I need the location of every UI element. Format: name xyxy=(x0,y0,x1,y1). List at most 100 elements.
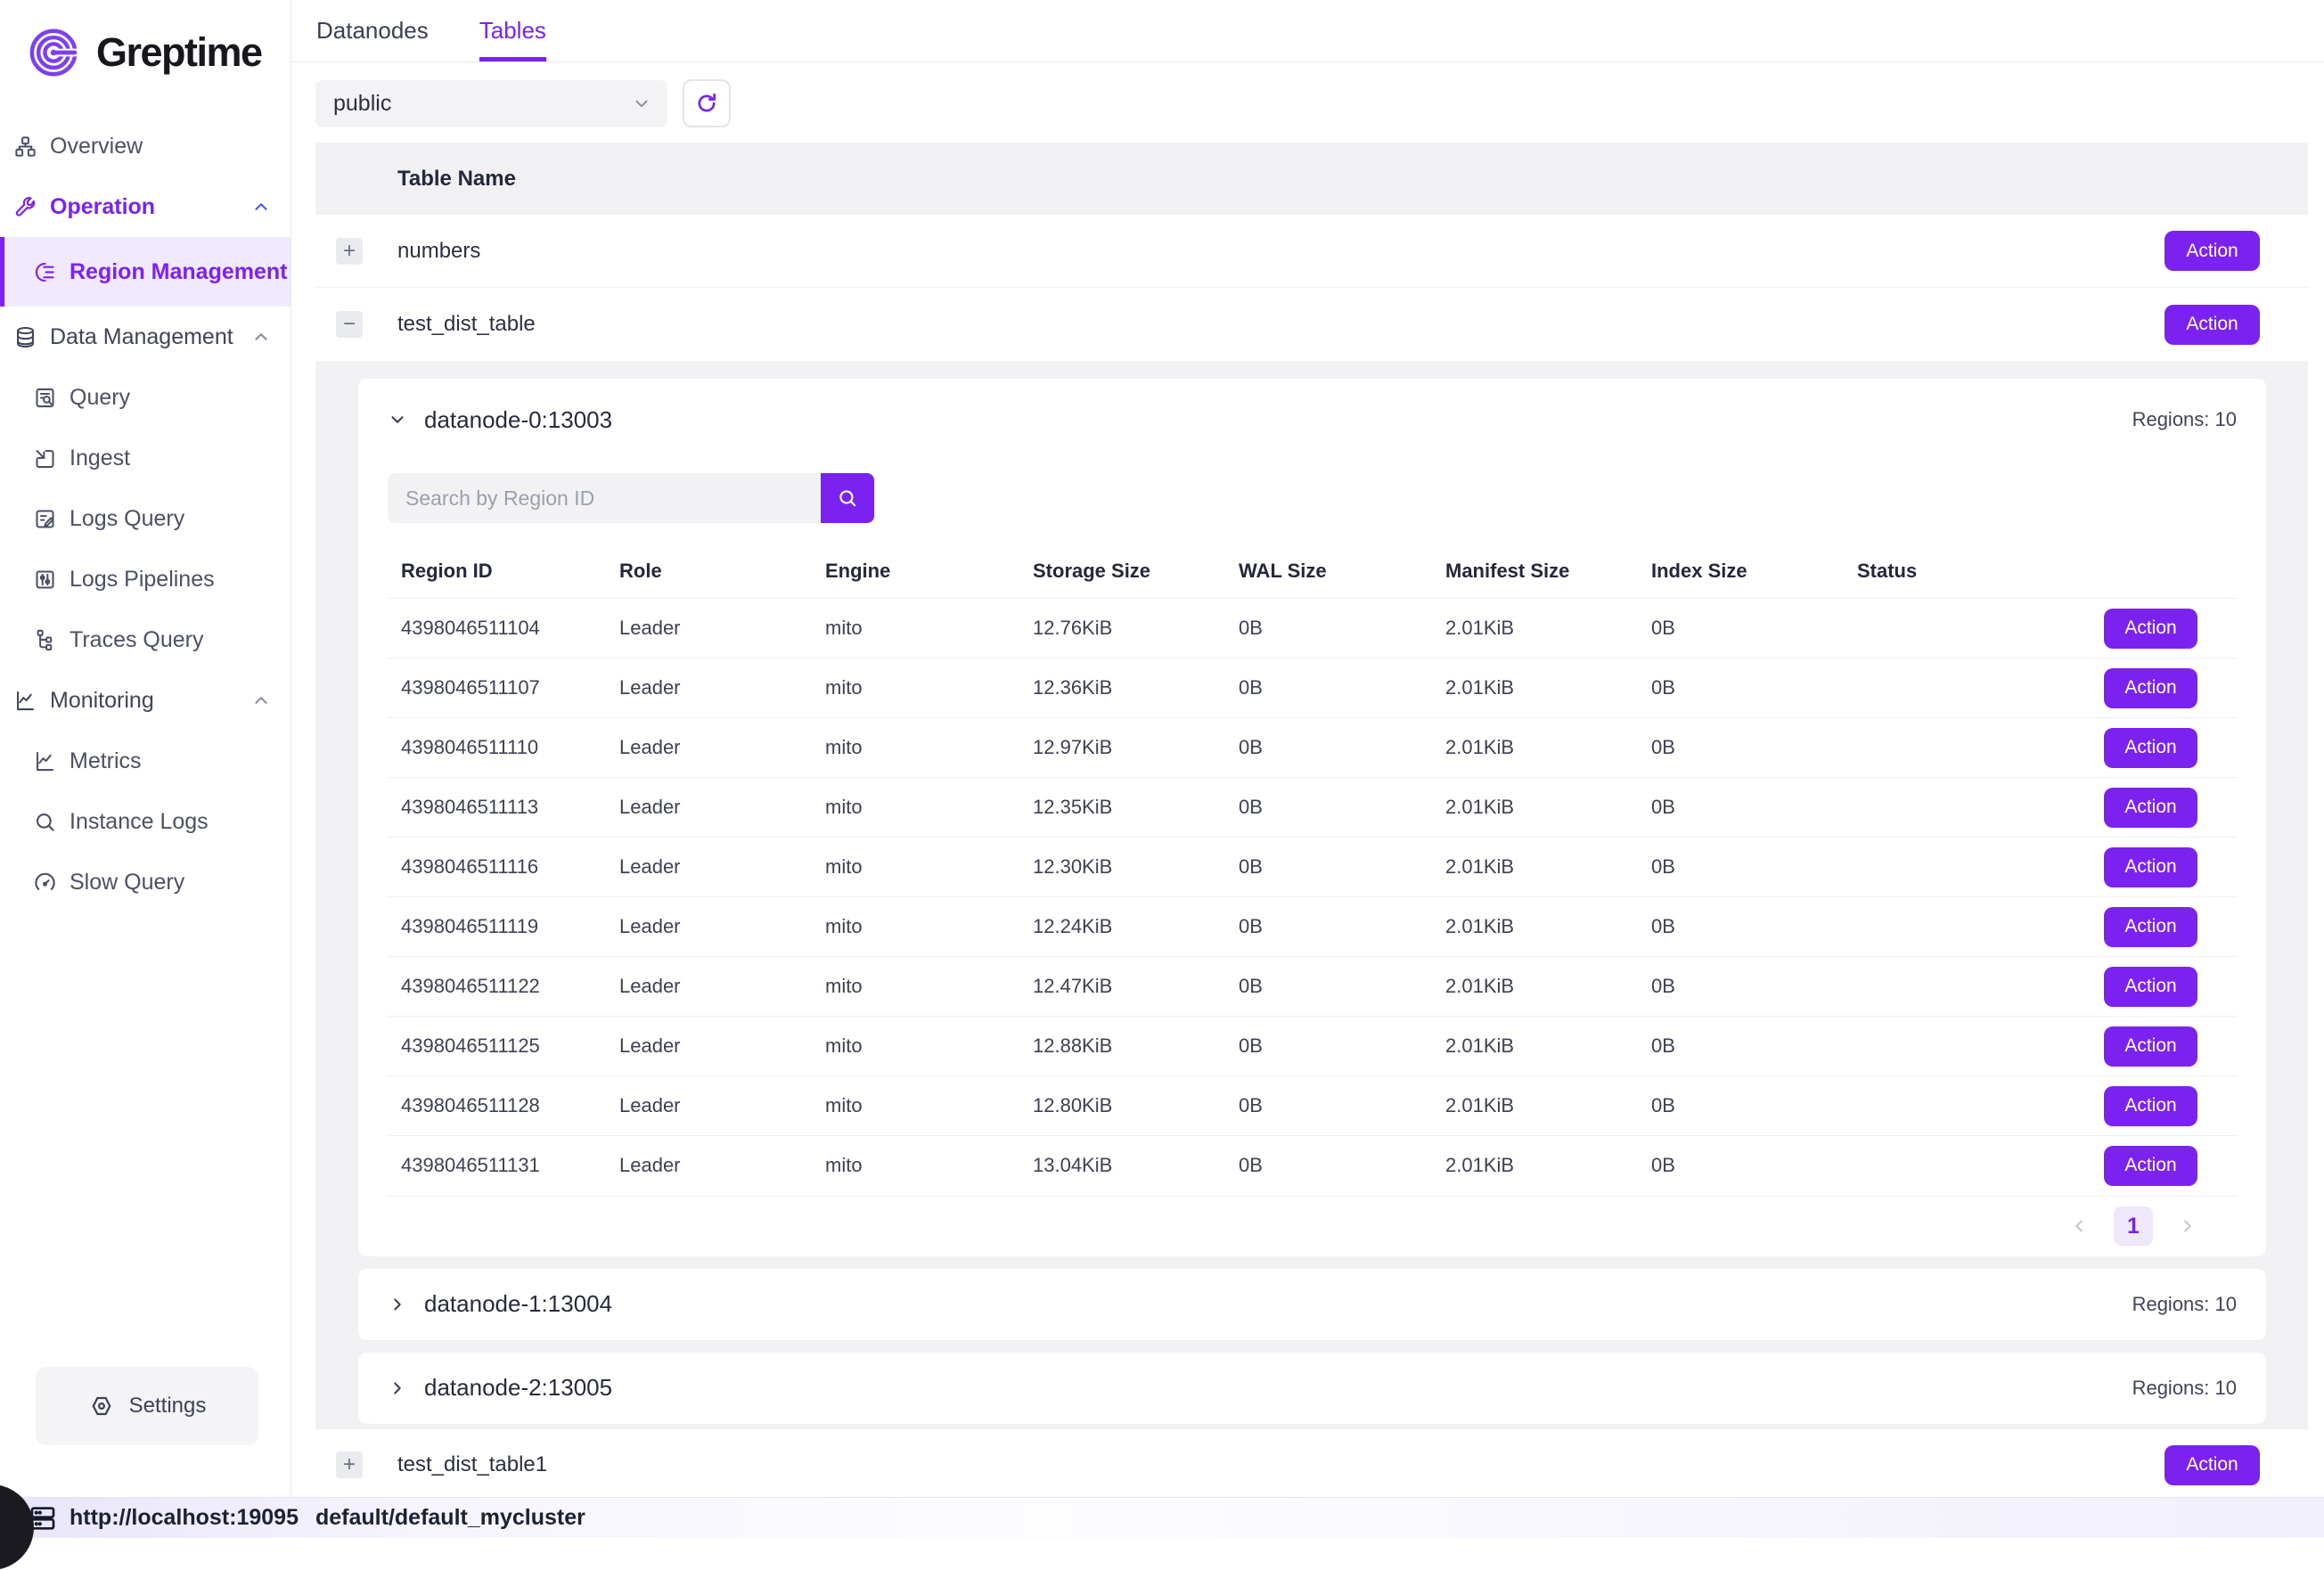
index-size-cell: 0B xyxy=(1638,658,1844,718)
region-action-button[interactable]: Action xyxy=(2104,1026,2197,1067)
storage-size-cell: 12.24KiB xyxy=(1019,897,1225,957)
engine-cell: mito xyxy=(812,1017,1019,1076)
status-cell xyxy=(1844,1076,2066,1136)
region-action-button[interactable]: Action xyxy=(2104,788,2197,828)
col-region-id: Region ID xyxy=(388,544,606,599)
storage-size-cell: 12.88KiB xyxy=(1019,1017,1225,1076)
manifest-size-cell: 2.01KiB xyxy=(1432,897,1638,957)
region-search-button[interactable] xyxy=(821,473,874,523)
sidebar-item-traces-query[interactable]: Traces Query xyxy=(0,609,290,670)
datanode-2-header[interactable]: datanode-2:13005 Regions: 10 xyxy=(358,1353,2266,1424)
schema-select[interactable]: public xyxy=(315,80,667,127)
tab-tables[interactable]: Tables xyxy=(479,0,546,61)
datanode-0-header[interactable]: datanode-0:13003 Regions: 10 xyxy=(388,400,2237,439)
chevron-right-icon[interactable] xyxy=(2178,1216,2197,1236)
region-table-row: 4398046511122 Leader mito 12.47KiB 0B 2.… xyxy=(388,957,2237,1017)
chevron-left-icon[interactable] xyxy=(2069,1216,2089,1236)
index-size-cell: 0B xyxy=(1638,599,1844,658)
region-action-button[interactable]: Action xyxy=(2104,728,2197,768)
chevron-down-icon xyxy=(632,94,651,113)
region-id-cell: 4398046511128 xyxy=(388,1076,606,1136)
collapse-button[interactable]: − xyxy=(336,311,363,338)
sidebar-group-monitoring[interactable]: Monitoring xyxy=(0,670,290,731)
region-search xyxy=(388,473,2237,523)
search-icon xyxy=(32,809,57,834)
sidebar-item-query[interactable]: Query xyxy=(0,367,290,428)
region-action-button[interactable]: Action xyxy=(2104,967,2197,1007)
expand-button[interactable]: + xyxy=(336,238,363,265)
index-size-cell: 0B xyxy=(1638,1076,1844,1136)
storage-size-cell: 12.76KiB xyxy=(1019,599,1225,658)
manifest-size-cell: 2.01KiB xyxy=(1432,599,1638,658)
corner-widget-bubble[interactable] xyxy=(0,1484,34,1570)
sidebar-item-slow-query[interactable]: Slow Query xyxy=(0,852,290,912)
tab-bar: Datanodes Tables xyxy=(291,0,2324,62)
sidebar-item-ingest[interactable]: Ingest xyxy=(0,428,290,488)
sidebar-item-region-management[interactable]: Region Management xyxy=(0,237,290,307)
sidebar-item-metrics[interactable]: Metrics xyxy=(0,731,290,791)
wrench-icon xyxy=(12,194,37,219)
sidebar-group-label: Data Management xyxy=(50,324,233,350)
gauge-icon xyxy=(32,870,57,895)
col-status: Status xyxy=(1844,544,2066,599)
server-url[interactable]: http://localhost:19095 xyxy=(70,1505,299,1531)
region-action-button[interactable]: Action xyxy=(2104,668,2197,708)
sidebar-group-operation[interactable]: Operation xyxy=(0,176,290,237)
role-cell: Leader xyxy=(606,658,812,718)
status-cell xyxy=(1844,599,2066,658)
region-id-cell: 4398046511116 xyxy=(388,838,606,897)
toolbar: public xyxy=(315,79,2308,127)
col-role: Role xyxy=(606,544,812,599)
region-action-button[interactable]: Action xyxy=(2104,847,2197,887)
cluster-name[interactable]: default/default_mycluster xyxy=(315,1505,585,1531)
region-action-button[interactable]: Action xyxy=(2104,907,2197,947)
greptime-logo-icon xyxy=(29,25,84,80)
sidebar: Greptime Overview Operation xyxy=(0,0,291,1497)
storage-size-cell: 12.36KiB xyxy=(1019,658,1225,718)
sidebar-item-overview[interactable]: Overview xyxy=(0,116,290,176)
sidebar-item-instance-logs[interactable]: Instance Logs xyxy=(0,791,290,852)
table-action-button[interactable]: Action xyxy=(2164,231,2260,271)
datanode-1-header[interactable]: datanode-1:13004 Regions: 10 xyxy=(358,1269,2266,1340)
region-action-button[interactable]: Action xyxy=(2104,609,2197,649)
region-action-button[interactable]: Action xyxy=(2104,1146,2197,1186)
engine-cell: mito xyxy=(812,957,1019,1017)
region-id-cell: 4398046511122 xyxy=(388,957,606,1017)
wal-size-cell: 0B xyxy=(1225,838,1432,897)
status-cell xyxy=(1844,1136,2066,1196)
tab-datanodes[interactable]: Datanodes xyxy=(316,0,429,61)
datanode-1-card: datanode-1:13004 Regions: 10 xyxy=(358,1269,2266,1340)
chart-icon xyxy=(12,688,37,713)
region-search-input[interactable] xyxy=(388,473,821,523)
chevron-right-icon xyxy=(388,1378,407,1398)
storage-size-cell: 12.30KiB xyxy=(1019,838,1225,897)
chevron-up-icon xyxy=(251,327,271,347)
region-id-cell: 4398046511125 xyxy=(388,1017,606,1076)
region-action-button[interactable]: Action xyxy=(2104,1086,2197,1126)
page-number[interactable]: 1 xyxy=(2114,1206,2153,1246)
engine-cell: mito xyxy=(812,838,1019,897)
role-cell: Leader xyxy=(606,718,812,778)
sidebar-group-label: Monitoring xyxy=(50,688,154,714)
sidebar-item-label: Overview xyxy=(50,134,143,159)
col-action xyxy=(2066,544,2237,599)
expand-button[interactable]: + xyxy=(336,1451,363,1478)
region-table-row: 4398046511104 Leader mito 12.76KiB 0B 2.… xyxy=(388,599,2237,658)
table-action-button[interactable]: Action xyxy=(2164,1445,2260,1485)
chevron-up-icon xyxy=(251,197,271,217)
schema-select-value: public xyxy=(333,91,391,117)
status-bar: http://localhost:19095 default/default_m… xyxy=(0,1497,2324,1538)
sidebar-item-logs-pipelines[interactable]: Logs Pipelines xyxy=(0,549,290,609)
brand-logo[interactable]: Greptime xyxy=(0,0,290,89)
table-row-numbers: + numbers Action xyxy=(315,215,2308,288)
role-cell: Leader xyxy=(606,1076,812,1136)
settings-button[interactable]: Settings xyxy=(36,1367,258,1445)
col-index-size: Index Size xyxy=(1638,544,1844,599)
logs-query-icon xyxy=(32,506,57,531)
settings-label: Settings xyxy=(129,1394,207,1419)
role-cell: Leader xyxy=(606,778,812,838)
sidebar-group-data-management[interactable]: Data Management xyxy=(0,307,290,367)
sidebar-item-logs-query[interactable]: Logs Query xyxy=(0,488,290,549)
table-action-button[interactable]: Action xyxy=(2164,305,2260,345)
refresh-button[interactable] xyxy=(683,79,731,127)
